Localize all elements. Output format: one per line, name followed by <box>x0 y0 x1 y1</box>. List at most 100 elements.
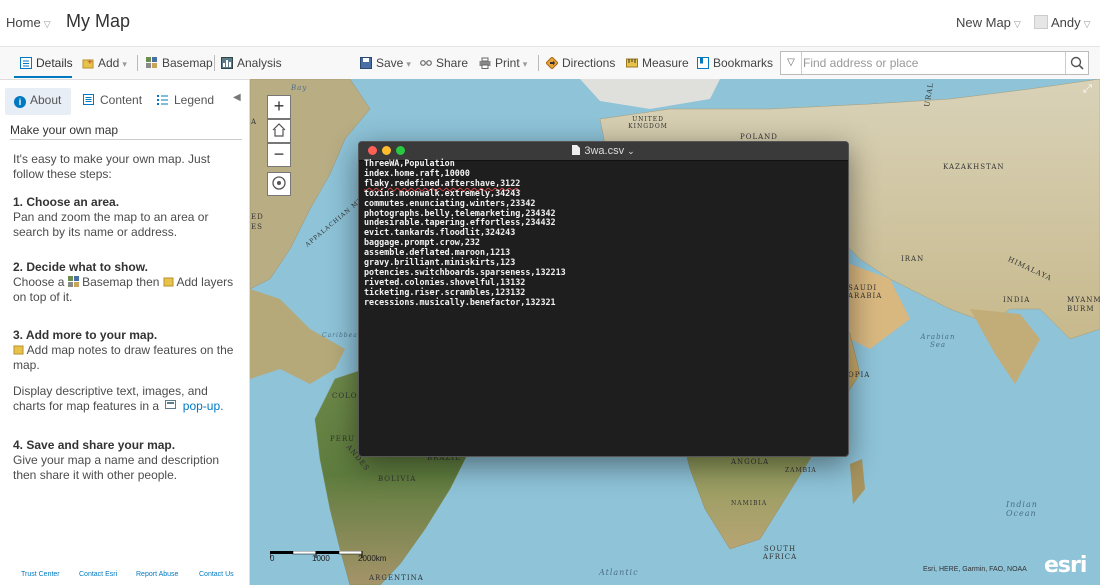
popup-link[interactable]: pop-up. <box>183 399 224 413</box>
directions-button[interactable]: Directions <box>546 56 615 70</box>
chevron-down-icon: ▾ <box>122 59 127 69</box>
content-icon <box>83 94 94 105</box>
tab-about[interactable]: i About <box>14 93 61 108</box>
footer-link[interactable]: Report Abuse <box>136 571 178 578</box>
scale-label: 2000km <box>358 554 387 563</box>
map-label: SAUDI ARABIA <box>848 284 883 300</box>
footer-link[interactable]: Trust Center <box>21 571 60 578</box>
search-button[interactable] <box>1065 52 1088 74</box>
bookmarks-icon <box>697 57 709 69</box>
scale-bar: 0 1000 2000km <box>269 548 386 563</box>
intro-text: It's easy to make your own map. Just fol… <box>13 152 211 181</box>
basemap-button[interactable]: Basemap <box>146 56 213 70</box>
toolbar-divider <box>214 55 215 71</box>
add-layer-icon <box>163 277 174 287</box>
search-input[interactable] <box>803 54 1051 72</box>
details-icon <box>20 57 32 69</box>
step-text: Add map notes to draw features on the ma… <box>13 343 234 372</box>
basemap-icon <box>67 276 79 287</box>
map-attribution: Esri, HERE, Garmin, FAO, NOAA <box>923 566 1027 573</box>
bookmarks-button[interactable]: Bookmarks <box>697 56 773 70</box>
active-tab-indicator <box>14 76 72 78</box>
tab-content[interactable]: Content <box>83 93 142 107</box>
share-icon <box>420 60 432 66</box>
step-text: Display descriptive text, images, and ch… <box>13 384 224 413</box>
map-title: My Map <box>66 11 131 31</box>
share-button[interactable]: Share <box>420 56 468 70</box>
chevron-down-icon: ▽ <box>1013 19 1021 29</box>
expand-icon[interactable]: ⤢ <box>1083 83 1092 96</box>
window-title[interactable]: 3wa.csv ⌄ <box>359 145 848 157</box>
add-layer-icon: + <box>82 58 94 69</box>
csv-viewer-window: 3wa.csv ⌄ ThreeWA,Population index.home.ra… <box>358 141 849 457</box>
map-label: IRAN <box>901 255 925 263</box>
home-menu[interactable]: Home ▽ <box>6 15 51 30</box>
divider <box>10 139 242 140</box>
step-title: 3. Add more to your map. <box>13 328 158 342</box>
directions-icon <box>546 57 558 69</box>
footer-link[interactable]: Contact Us <box>199 571 234 578</box>
map-label: PERU <box>330 435 355 443</box>
home-icon <box>272 123 286 137</box>
map-label: BOLIVIA <box>378 475 417 483</box>
map-label: Bay <box>291 84 308 92</box>
analysis-button[interactable]: Analysis <box>221 56 282 70</box>
map-label: Arabian Sea <box>920 333 956 349</box>
map-label: SOUTH AFRICA <box>762 545 798 561</box>
map-note-icon <box>13 345 24 355</box>
map-label: Atlantic <box>599 568 639 577</box>
search-source-dropdown[interactable]: ▽ <box>781 52 802 74</box>
legend-icon <box>157 95 168 105</box>
zoom-in-button[interactable]: + <box>267 95 291 119</box>
new-map-menu[interactable]: New Map ▽ <box>956 15 1021 30</box>
tab-legend[interactable]: Legend <box>157 93 214 107</box>
basemap-icon <box>146 57 157 68</box>
save-button[interactable]: Save ▾ <box>360 56 411 70</box>
toolbar-divider <box>137 55 138 71</box>
map-label: ANGOLA <box>731 458 770 466</box>
map-label: ARGENTINA <box>369 574 424 582</box>
search-icon <box>1070 56 1084 70</box>
file-line: recessions.musically.benefactor,132321 <box>364 296 556 307</box>
chevron-down-icon: ⌄ <box>627 146 635 156</box>
print-button[interactable]: Print ▾ <box>479 56 527 70</box>
details-button[interactable]: Details <box>20 56 73 70</box>
panel-body: It's easy to make your own map. Just fol… <box>13 152 243 496</box>
zoom-out-button[interactable]: − <box>267 143 291 167</box>
panel-heading: Make your own map <box>10 123 119 137</box>
collapse-panel-icon[interactable]: ◀ <box>233 92 241 103</box>
map-label: NAMIBIA <box>731 500 768 507</box>
map-label: INDIA <box>1003 296 1031 304</box>
avatar <box>1034 15 1048 29</box>
esri-logo: esri <box>1044 553 1087 578</box>
locate-icon <box>272 176 286 190</box>
save-icon <box>360 57 372 69</box>
chevron-down-icon: ▽ <box>43 19 51 29</box>
map-label: Caribbean <box>322 332 363 339</box>
add-button[interactable]: + Add ▾ <box>82 56 127 70</box>
file-contents[interactable]: ThreeWA,Population index.home.raft,10000 f… <box>364 158 566 308</box>
map-label: KAZAKHSTAN <box>943 163 1005 171</box>
scale-label: 1000 <box>312 554 330 563</box>
map-label: A <box>251 118 258 126</box>
print-icon <box>479 57 491 69</box>
step-text: Give your map a name and description the… <box>13 453 220 482</box>
chevron-down-icon: ▾ <box>406 59 411 69</box>
map-label: ZAMBIA <box>785 467 817 474</box>
map-label: POLAND <box>740 133 778 141</box>
map-label: OPIA <box>848 371 871 379</box>
home-extent-button[interactable] <box>267 119 291 143</box>
user-menu[interactable]: Andy ▽ <box>1034 15 1091 30</box>
locate-button[interactable] <box>267 172 291 196</box>
map-label: MYANM BURM <box>1067 296 1100 313</box>
panel-footer: Trust Center Contact Esri Report Abuse C… <box>0 568 249 585</box>
step-title: 2. Decide what to show. <box>13 260 148 274</box>
measure-button[interactable]: Measure <box>626 56 689 70</box>
details-panel: i About Content Legend ◀ Make your own ma… <box>0 80 250 585</box>
top-header: Home ▽ My Map New Map ▽ Andy ▽ <box>0 0 1100 45</box>
map-label: COLO <box>332 392 358 400</box>
search-box: ▽ <box>780 51 1089 75</box>
svg-text:+: + <box>87 58 93 66</box>
step-title: 1. Choose an area. <box>13 195 120 209</box>
footer-link[interactable]: Contact Esri <box>79 571 117 578</box>
